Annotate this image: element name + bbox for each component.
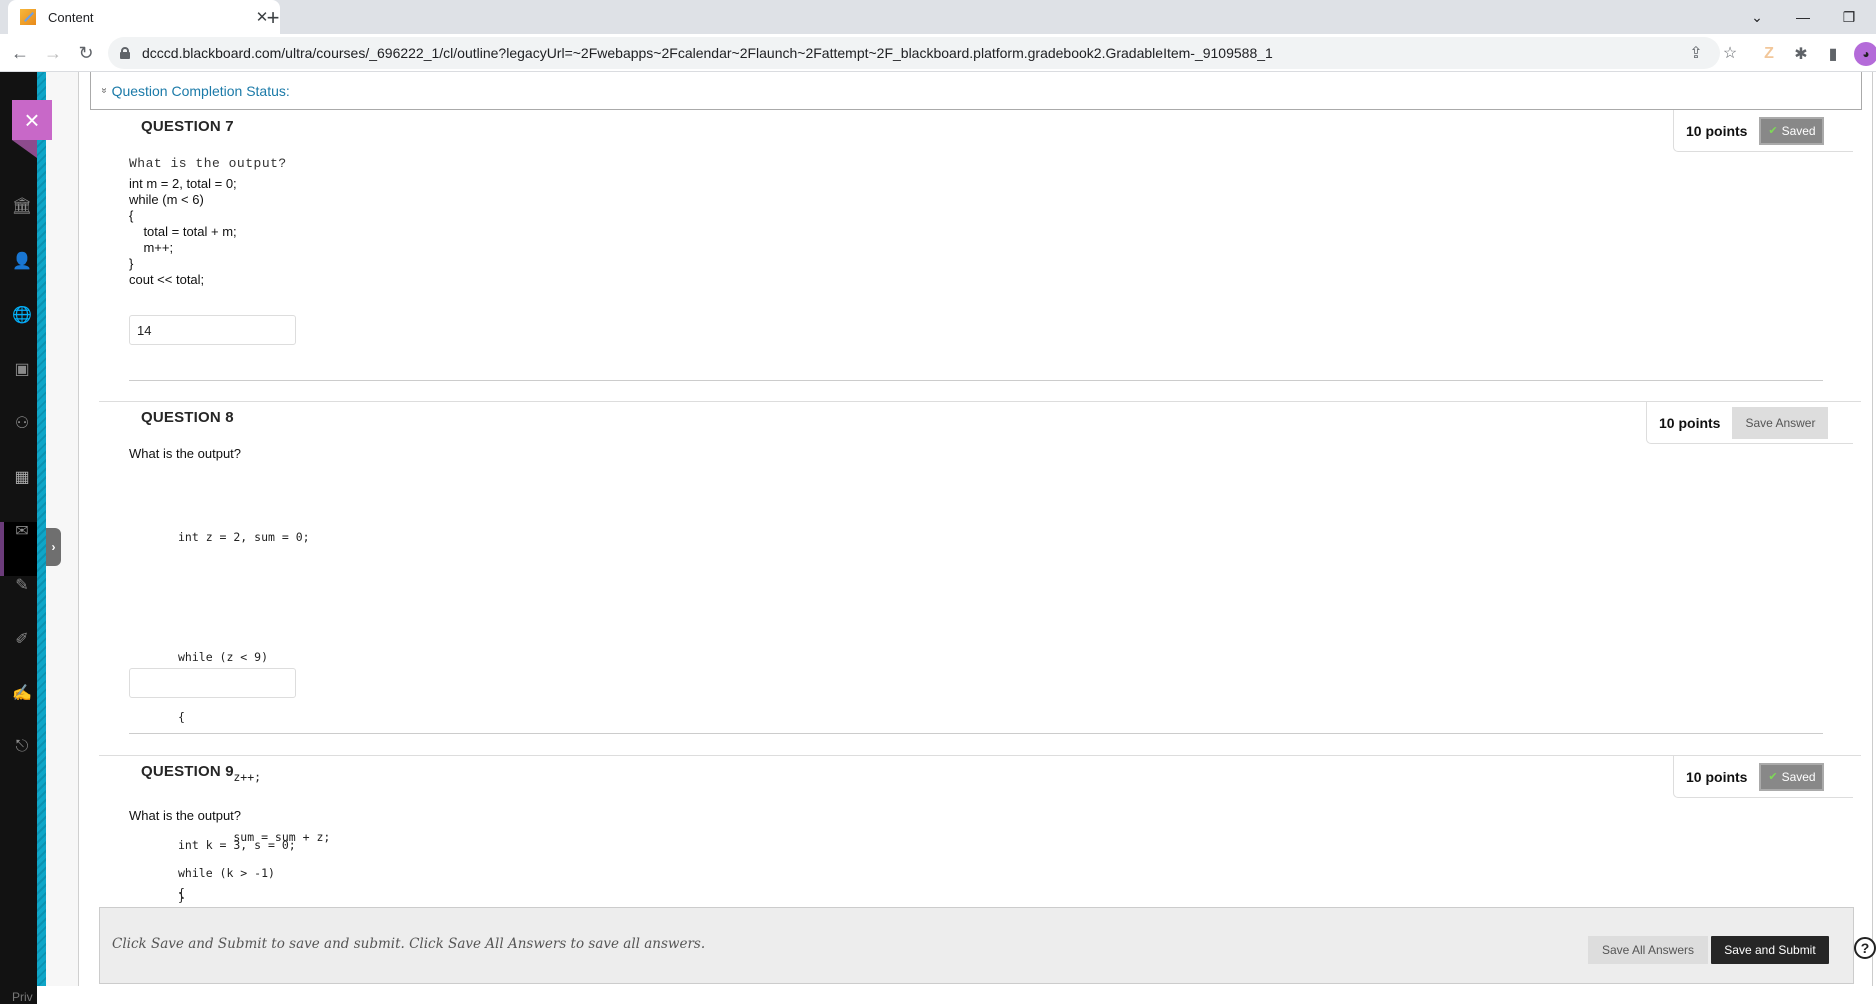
question-7-saved-button[interactable]: ✔ Saved xyxy=(1759,116,1825,145)
activity-globe-icon[interactable]: 🌐 xyxy=(8,301,36,329)
question-7-header: QUESTION 7 xyxy=(141,118,234,135)
question-9-code-line: int k = 3, s = 0; xyxy=(178,838,296,852)
code-line: while (z < 9) xyxy=(178,650,269,664)
question-7-code: int m = 2, total = 0; while (m < 6) { to… xyxy=(129,176,237,287)
browser-tab[interactable]: Content ✕ xyxy=(8,0,280,34)
question-8-answer-input[interactable] xyxy=(129,668,296,698)
question-7-prompt: What is the output? xyxy=(129,156,287,171)
messages-icon[interactable]: ✉ xyxy=(8,517,36,545)
question-7-points-box: 10 points ✔ Saved xyxy=(1673,110,1853,152)
edit-icon[interactable]: ✍ xyxy=(8,679,36,707)
help-icon[interactable]: ? xyxy=(1854,937,1876,959)
question-7-points: 10 points xyxy=(1686,122,1748,139)
browser-toolbar: ← → ↻ dcccd.blackboard.com/ultra/courses… xyxy=(0,34,1876,72)
forward-icon[interactable]: → xyxy=(39,39,67,67)
address-bar[interactable]: dcccd.blackboard.com/ultra/courses/_6962… xyxy=(108,37,1737,69)
blackboard-favicon-icon xyxy=(20,9,36,25)
question-9-saved-button[interactable]: ✔ Saved xyxy=(1759,762,1825,791)
extensions-puzzle-icon[interactable]: ✱ xyxy=(1789,42,1813,66)
profile-avatar[interactable]: ◕ xyxy=(1854,42,1876,66)
question-9-code-line: while (k > -1) xyxy=(178,866,275,880)
code-line: } xyxy=(178,890,185,904)
double-chevron-down-icon: » xyxy=(98,87,110,94)
profile-icon[interactable]: 👤 xyxy=(8,247,36,275)
reload-icon[interactable]: ↻ xyxy=(72,39,100,67)
new-tab-button[interactable]: + xyxy=(259,4,287,32)
divider xyxy=(129,380,1823,381)
question-9-points-box: 10 points ✔ Saved xyxy=(1673,756,1853,798)
question-8-points-box: 10 points Save Answer xyxy=(1646,402,1853,444)
completion-status-link[interactable]: Question Completion Status: xyxy=(112,83,290,99)
tab-title: Content xyxy=(48,9,94,25)
expand-panel-button[interactable]: › xyxy=(46,528,61,566)
share-icon[interactable]: ⇪ xyxy=(1684,41,1708,65)
bookmark-star-icon[interactable]: ☆ xyxy=(1718,41,1742,65)
browser-tab-strip: Content ✕ + ⌄ — ❐ xyxy=(0,0,1876,34)
back-icon[interactable]: ← xyxy=(6,39,34,67)
divider xyxy=(99,401,1861,402)
question-completion-status[interactable]: » Question Completion Status: xyxy=(90,72,1862,110)
side-panel-icon[interactable]: ▮ xyxy=(1821,42,1845,66)
submit-bar: Click Save and Submit to save and submit… xyxy=(99,907,1854,984)
code-line: int z = 2, sum = 0; xyxy=(178,530,310,544)
save-all-answers-button[interactable]: Save All Answers xyxy=(1588,936,1708,964)
question-9-header: QUESTION 9 xyxy=(141,763,234,780)
left-navigation: 🏛 👤 🌐 ▣ ⚇ ▦ ✉ ✎ ✐ ✍ ⎋ xyxy=(0,72,37,1004)
lock-icon xyxy=(120,47,130,59)
question-7-answer-input[interactable] xyxy=(129,315,296,345)
institution-icon[interactable]: 🏛 xyxy=(8,192,36,220)
calendar-icon[interactable]: ▦ xyxy=(8,463,36,491)
test-content: » Question Completion Status: QUESTION 7… xyxy=(80,72,1862,986)
extension-z-icon[interactable]: Z xyxy=(1757,42,1781,66)
restore-button[interactable]: ❐ xyxy=(1826,0,1872,34)
code-line: { xyxy=(178,710,185,724)
grades-icon[interactable]: ✎ xyxy=(8,571,36,599)
courses-icon[interactable]: ▣ xyxy=(8,355,36,383)
organizations-icon[interactable]: ⚇ xyxy=(8,409,36,437)
sign-out-icon[interactable]: ⎋ xyxy=(8,733,36,761)
question-8-prompt: What is the output? xyxy=(129,446,242,461)
content-scrollbar[interactable] xyxy=(1872,72,1873,986)
minimize-button[interactable]: — xyxy=(1780,0,1826,34)
question-8-header: QUESTION 8 xyxy=(141,409,234,426)
question-9-points: 10 points xyxy=(1686,768,1748,785)
close-panel-button[interactable]: × xyxy=(12,100,52,158)
question-8-points: 10 points xyxy=(1659,414,1721,431)
divider xyxy=(99,755,1861,756)
save-and-submit-button[interactable]: Save and Submit xyxy=(1711,936,1829,964)
privacy-link[interactable]: Priv xyxy=(12,990,33,1004)
url-text[interactable]: dcccd.blackboard.com/ultra/courses/_6962… xyxy=(142,45,1273,61)
checkmark-icon: ✔ xyxy=(1768,771,1778,783)
tab-search-icon[interactable]: ⌄ xyxy=(1734,0,1780,34)
question-9-prompt: What is the output? xyxy=(129,808,242,823)
question-9-code-line: { xyxy=(178,886,185,900)
submit-instructions: Click Save and Submit to save and submit… xyxy=(112,936,706,952)
tools-icon[interactable]: ✐ xyxy=(8,625,36,653)
divider xyxy=(129,733,1823,734)
question-8-save-answer-button[interactable]: Save Answer xyxy=(1732,406,1829,439)
checkmark-icon: ✔ xyxy=(1768,125,1778,137)
panel-edge-strip xyxy=(37,72,46,986)
saved-label: Saved xyxy=(1781,123,1816,138)
saved-label: Saved xyxy=(1781,769,1816,784)
